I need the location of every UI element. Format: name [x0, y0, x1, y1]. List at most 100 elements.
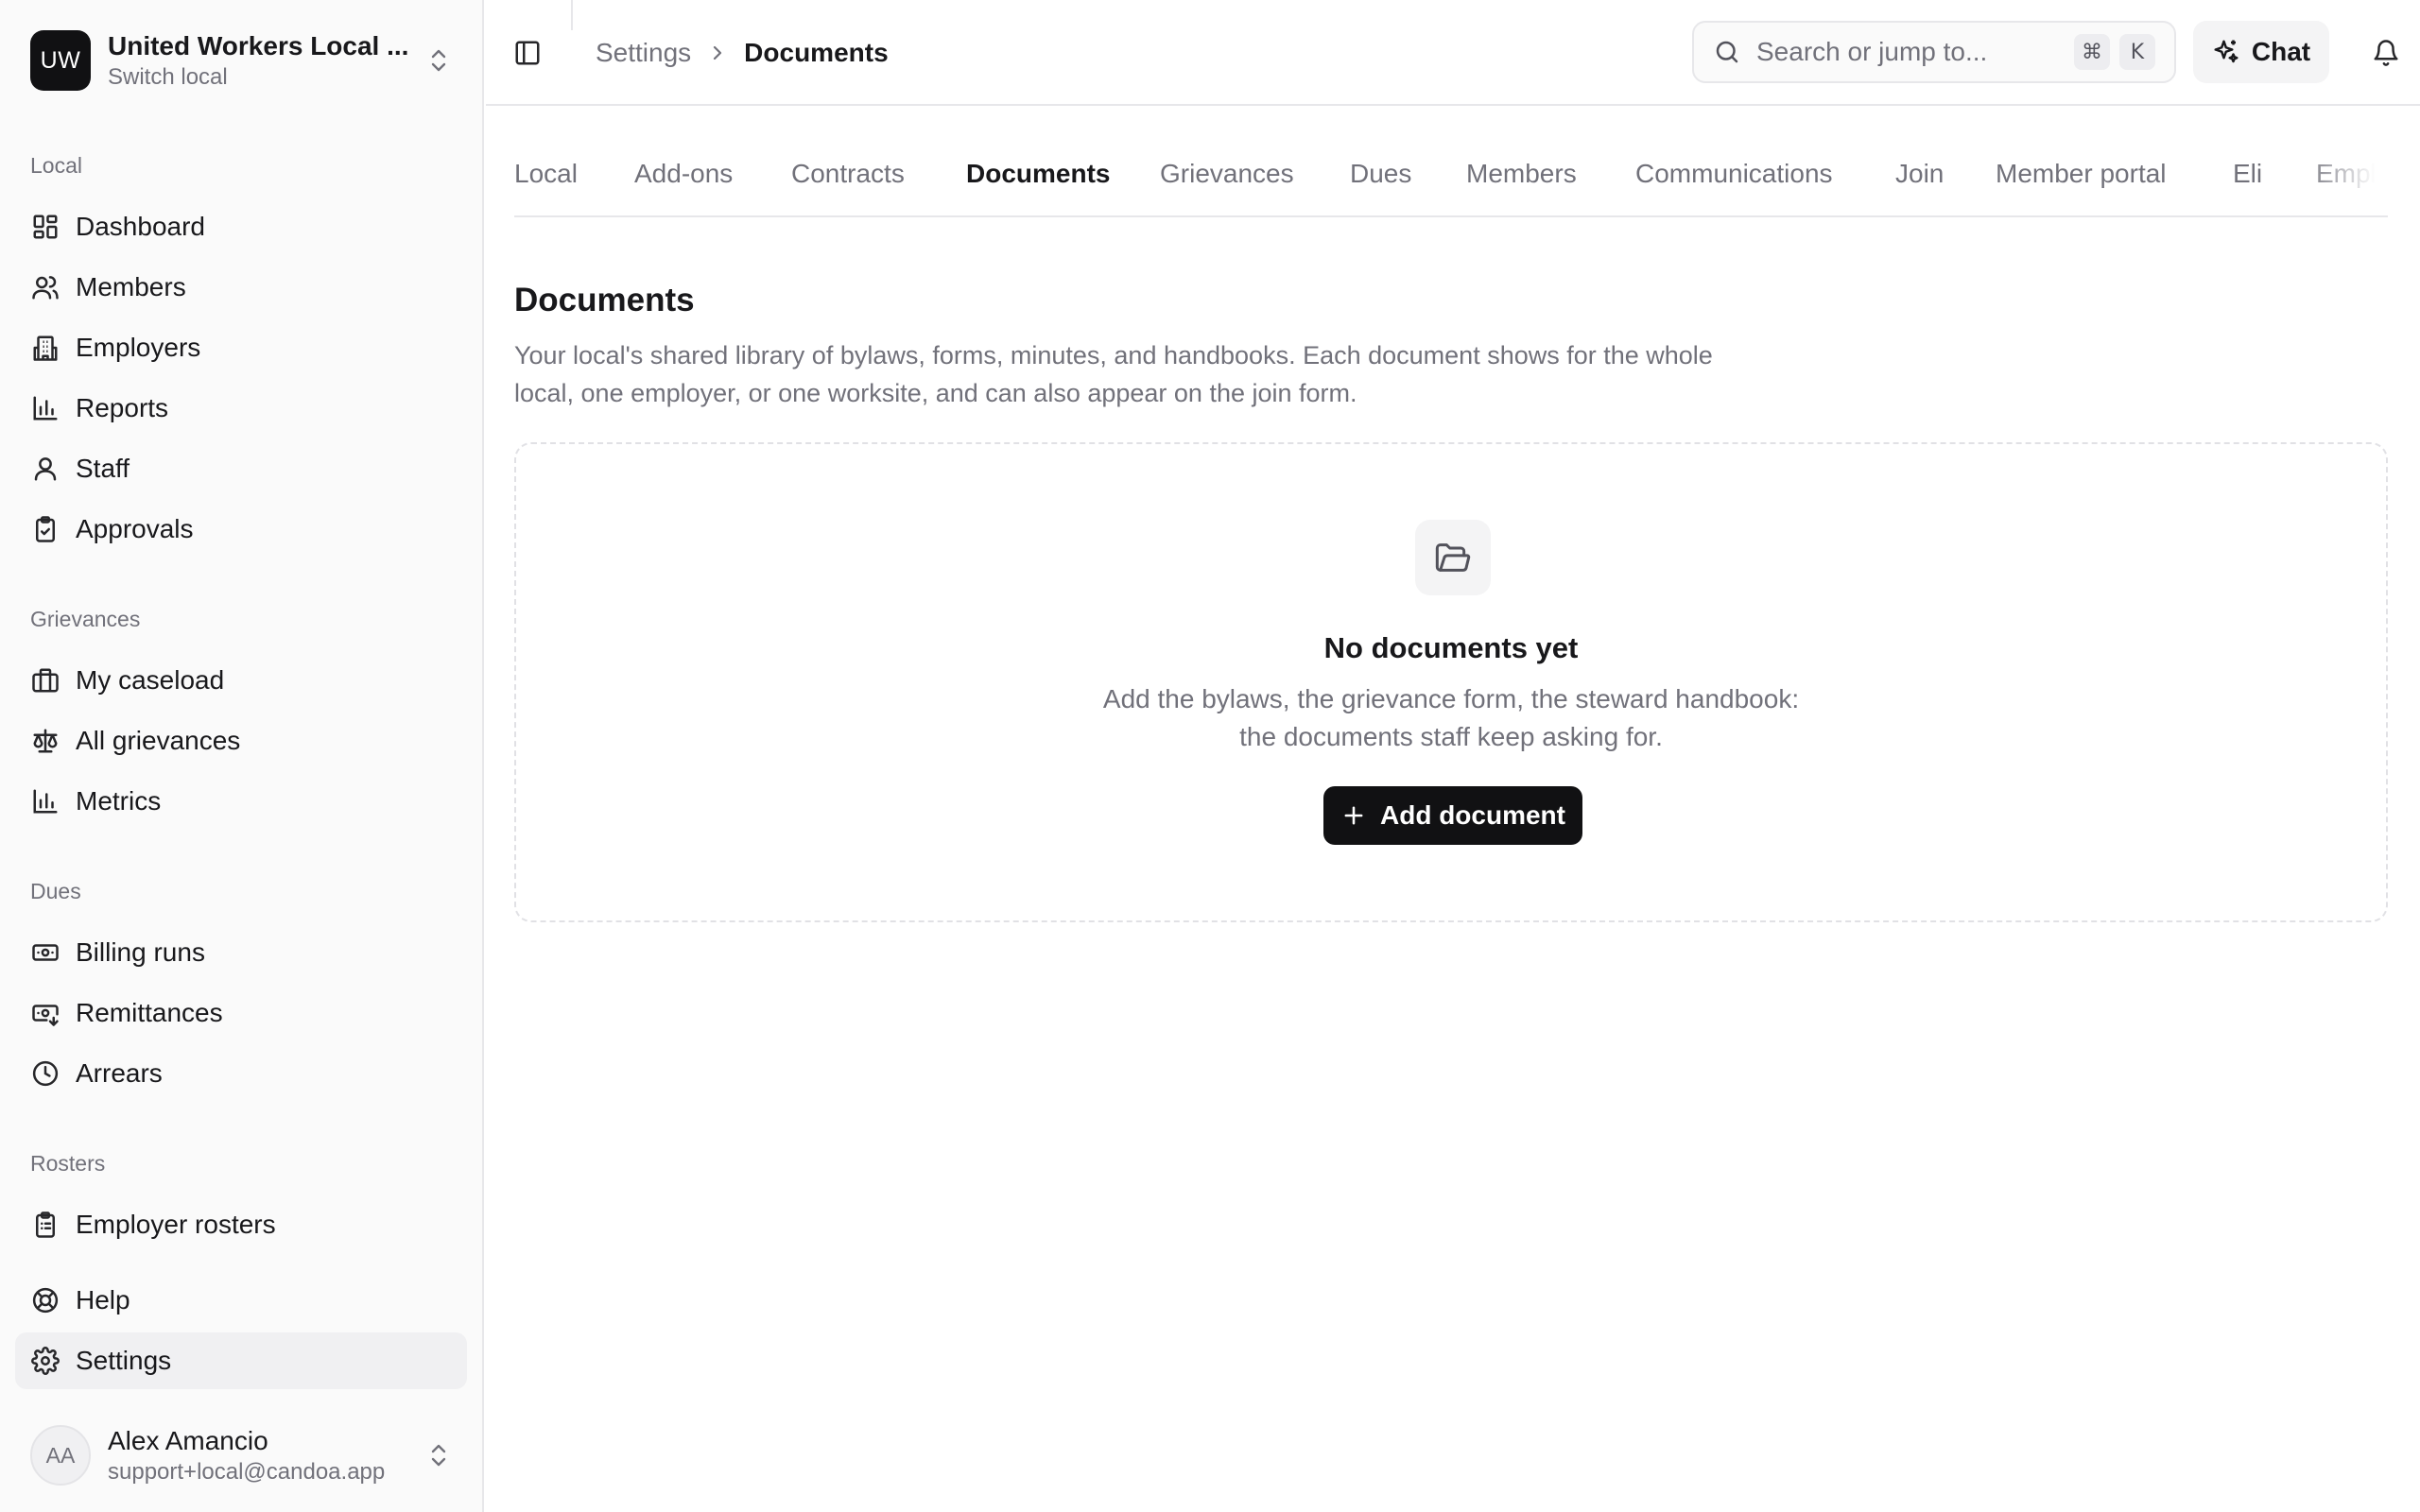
tab-local[interactable]: Local: [514, 142, 578, 215]
briefcase-icon: [30, 665, 60, 696]
empty-state-title: No documents yet: [1323, 631, 1579, 664]
avatar: AA: [30, 1425, 91, 1486]
nav-section-local: Local: [30, 153, 82, 178]
add-document-label: Add document: [1380, 800, 1565, 830]
tab-members[interactable]: Members: [1466, 142, 1577, 215]
sidebar-item-settings[interactable]: Settings: [15, 1332, 467, 1389]
clock-icon: [30, 1058, 60, 1089]
breadcrumb-current: Documents: [744, 38, 889, 67]
sidebar: UW United Workers Local ... Switch local…: [0, 0, 484, 1512]
sparkles-icon: [2212, 38, 2240, 66]
sidebar-item-metrics[interactable]: Metrics: [15, 773, 467, 830]
local-switch-label: Switch local: [108, 64, 228, 90]
user-info: Alex Amancio support+local@candoa.app: [108, 1424, 424, 1486]
nav-section-rosters: Rosters: [30, 1151, 106, 1176]
bar-chart-icon: [30, 786, 60, 816]
chevron-right-icon: [708, 42, 727, 64]
banknote-arrow-icon: [30, 998, 60, 1028]
sidebar-item-all-grievances[interactable]: All grievances: [15, 713, 467, 769]
users-icon: [30, 272, 60, 302]
sidebar-item-arrears[interactable]: Arrears: [15, 1045, 467, 1102]
local-switcher[interactable]: UW United Workers Local ... Switch local: [15, 15, 469, 106]
sidebar-item-members[interactable]: Members: [15, 259, 467, 316]
tab-member-portal[interactable]: Member portal: [1996, 142, 2167, 215]
sidebar-toggle-icon[interactable]: [509, 34, 546, 72]
sidebar-item-label: Employers: [76, 333, 201, 362]
building-icon: [30, 333, 60, 363]
banknote-icon: [30, 937, 60, 968]
header-divider: [571, 0, 573, 30]
chevrons-up-down-icon: [424, 1436, 454, 1474]
user-menu[interactable]: AA Alex Amancio support+local@candoa.app: [15, 1414, 469, 1497]
chat-button[interactable]: Chat: [2193, 21, 2329, 83]
shortcut-command-key: ⌘: [2074, 34, 2110, 70]
sidebar-item-approvals[interactable]: Approvals: [15, 501, 467, 558]
search-input[interactable]: [1756, 37, 2065, 67]
tab-communications[interactable]: Communications: [1635, 142, 1833, 215]
clipboard-list-icon: [30, 1210, 60, 1240]
tab-join[interactable]: Join: [1895, 142, 1944, 215]
sidebar-item-label: Reports: [76, 393, 169, 422]
sidebar-item-label: Dashboard: [76, 212, 205, 241]
empty-state-description: Add the bylaws, the grievance form, the …: [516, 680, 2386, 756]
empty-state-line-1: Add the bylaws, the grievance form, the …: [1102, 684, 1800, 713]
breadcrumb-settings-link[interactable]: Settings: [596, 38, 691, 68]
add-document-button[interactable]: Add document: [1323, 786, 1582, 845]
gear-icon: [30, 1346, 60, 1376]
search-icon: [1713, 38, 1741, 66]
sidebar-item-label: Remittances: [76, 998, 223, 1027]
user-name: Alex Amancio: [108, 1426, 268, 1455]
sidebar-item-label: Arrears: [76, 1058, 163, 1088]
sidebar-item-label: Metrics: [76, 786, 162, 816]
sidebar-item-billing-runs[interactable]: Billing runs: [15, 924, 467, 981]
user-icon: [30, 454, 60, 484]
sidebar-item-remittances[interactable]: Remittances: [15, 985, 467, 1041]
sidebar-item-dashboard[interactable]: Dashboard: [15, 198, 467, 255]
sidebar-item-help[interactable]: Help: [15, 1272, 467, 1329]
breadcrumb: Settings Documents: [596, 34, 889, 72]
tab-grievances[interactable]: Grievances: [1160, 142, 1294, 215]
tab-eli[interactable]: Eli: [2233, 142, 2262, 215]
sidebar-item-label: Members: [76, 272, 186, 301]
plus-icon: [1340, 802, 1367, 829]
sidebar-item-reports[interactable]: Reports: [15, 380, 467, 437]
sidebar-item-my-caseload[interactable]: My caseload: [15, 652, 467, 709]
sidebar-item-employers[interactable]: Employers: [15, 319, 467, 376]
sidebar-item-staff[interactable]: Staff: [15, 440, 467, 497]
bell-icon[interactable]: [2367, 34, 2405, 72]
search-box[interactable]: ⌘ K: [1692, 21, 2176, 83]
tab-employers[interactable]: Emplo: [2316, 142, 2388, 215]
sidebar-item-label: All grievances: [76, 726, 241, 755]
sidebar-item-employer-rosters[interactable]: Employer rosters: [15, 1196, 467, 1253]
settings-tabs: Local Add-ons Contracts Documents Grieva…: [514, 142, 2388, 217]
tab-add-ons[interactable]: Add-ons: [634, 142, 733, 215]
tab-documents[interactable]: Documents: [966, 142, 1110, 215]
dashboard-icon: [30, 212, 60, 242]
user-email: support+local@candoa.app: [108, 1459, 386, 1485]
nav-section-dues: Dues: [30, 879, 81, 903]
clipboard-check-icon: [30, 514, 60, 544]
local-avatar: UW: [30, 30, 91, 91]
nav-section-grievances: Grievances: [30, 607, 141, 631]
bar-chart-icon: [30, 393, 60, 423]
sidebar-item-label: My caseload: [76, 665, 225, 695]
documents-empty-state: No documents yet Add the bylaws, the gri…: [514, 442, 2388, 922]
lifebuoy-icon: [30, 1285, 60, 1315]
tab-contracts[interactable]: Contracts: [791, 142, 905, 215]
chevrons-up-down-icon: [424, 42, 454, 79]
shortcut-k-key: K: [2119, 34, 2155, 70]
empty-state-line-2: the documents staff keep asking for.: [1239, 722, 1663, 751]
top-bar: Settings Documents ⌘ K Chat: [486, 0, 2420, 106]
sidebar-item-label: Settings: [76, 1346, 172, 1375]
sidebar-item-label: Staff: [76, 454, 130, 483]
sidebar-item-label: Employer rosters: [76, 1210, 276, 1239]
page-description: Your local's shared library of bylaws, f…: [514, 341, 1713, 407]
local-info: United Workers Local ... Switch local: [108, 29, 424, 92]
sidebar-item-label: Help: [76, 1285, 130, 1314]
tab-dues[interactable]: Dues: [1350, 142, 1411, 215]
local-name: United Workers Local ...: [108, 31, 409, 60]
sidebar-item-label: Billing runs: [76, 937, 205, 967]
folder-open-icon: [1415, 520, 1491, 595]
sidebar-item-label: Approvals: [76, 514, 194, 543]
chat-button-label: Chat: [2251, 37, 2311, 66]
